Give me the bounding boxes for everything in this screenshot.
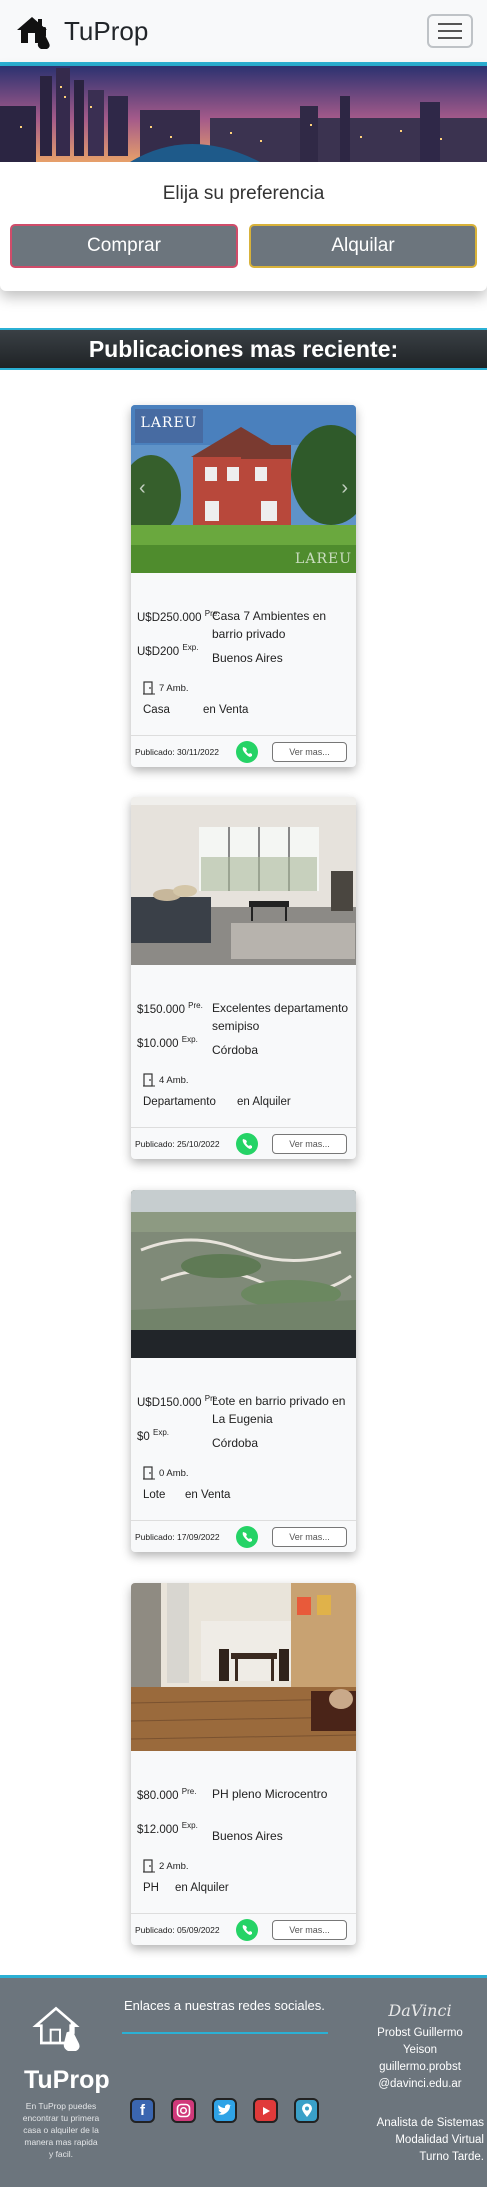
see-more-button[interactable]: Ver mas...: [272, 1527, 347, 1547]
listing-location: Córdoba: [212, 1436, 259, 1450]
author-email[interactable]: guillermo.probst @davinci.edu.ar: [360, 2059, 480, 2093]
brand-link[interactable]: TuProp: [14, 13, 148, 49]
whatsapp-icon[interactable]: [235, 740, 259, 764]
instagram-icon[interactable]: [171, 2098, 196, 2123]
listing-card: U$D150.000 Pre. $0 Exp. Lote en barrio p…: [131, 1190, 356, 1552]
social-links: f: [130, 2098, 319, 2123]
published-date: Publicado: 05/09/2022: [135, 1924, 220, 1935]
listing-card: LAREU LAREU ‹ › U$D250.000 Pre. U$D200 E…: [131, 405, 356, 767]
expenses-price: $0 Exp.: [137, 1428, 170, 1443]
listing-location: Buenos Aires: [212, 1829, 283, 1843]
course-info: Analista de Sistemas Modalidad Virtual T…: [376, 2117, 484, 2163]
house-hand-icon: [32, 2006, 80, 2051]
buy-button[interactable]: Comprar: [10, 224, 238, 268]
site-footer: TuProp En TuProp puedes encontrar tu pri…: [0, 1975, 487, 2187]
published-date: Publicado: 17/09/2022: [135, 1531, 220, 1542]
published-date: Publicado: 30/11/2022: [135, 746, 219, 757]
rooms-count: 7 Amb.: [143, 681, 189, 695]
social-links-heading: Enlaces a nuestras redes sociales.: [124, 1998, 325, 2013]
menu-toggle-button[interactable]: [427, 14, 473, 48]
property-type: Casa: [143, 704, 170, 716]
brand-name: TuProp: [64, 15, 149, 46]
navbar: TuProp: [0, 0, 487, 66]
listing-photo-apartment[interactable]: [131, 797, 356, 965]
location-icon[interactable]: [294, 2098, 319, 2123]
listing-title: Excelentes departamento semipiso: [212, 1001, 349, 1033]
whatsapp-icon[interactable]: [235, 1525, 259, 1549]
listing-location: Córdoba: [212, 1043, 259, 1057]
listing-photo-ph[interactable]: [131, 1583, 356, 1751]
watermark-logo-bottom: LAREU: [295, 551, 352, 567]
operation-type: en Venta: [185, 1489, 231, 1501]
sale-price: $80.000 Pre.: [137, 1787, 197, 1802]
listing-title: Casa 7 Ambientes en barrio privado: [212, 609, 327, 641]
published-date: Publicado: 25/10/2022: [135, 1138, 220, 1149]
carousel-next-icon[interactable]: ›: [341, 477, 348, 500]
house-hand-icon: [17, 17, 50, 49]
door-icon: [143, 681, 155, 695]
rooms-count: 4 Amb.: [143, 1073, 189, 1087]
divider: [122, 2032, 328, 2034]
carousel-prev-icon[interactable]: ‹: [139, 477, 146, 500]
sale-price: U$D250.000 Pre.: [137, 609, 220, 624]
davinci-logo: DaVinci: [388, 2001, 452, 2020]
listing-card: $80.000 Pre. $12.000 Exp. PH pleno Micro…: [131, 1583, 356, 1945]
rooms-count: 0 Amb.: [143, 1466, 189, 1480]
see-more-button[interactable]: Ver mas...: [272, 1134, 347, 1154]
listing-title: PH pleno Microcentro: [212, 1787, 328, 1801]
operation-type: en Alquiler: [175, 1882, 229, 1894]
footer-description: En TuProp puedes encontrar tu primera ca…: [22, 2101, 100, 2159]
rooms-count: 2 Amb.: [143, 1859, 189, 1873]
see-more-button[interactable]: Ver mas...: [272, 1920, 347, 1940]
whatsapp-icon[interactable]: [235, 1918, 259, 1942]
recent-listings-heading: Publicaciones mas reciente:: [0, 328, 487, 370]
hamburger-icon: [438, 23, 462, 25]
door-icon: [143, 1073, 155, 1087]
expenses-price: $12.000 Exp.: [137, 1821, 198, 1836]
property-type: PH: [143, 1882, 159, 1894]
sale-price: $150.000 Pre.: [137, 1001, 203, 1016]
preference-prompt: Elija su preferencia: [162, 183, 325, 204]
watermark-logo: LAREU: [135, 409, 203, 443]
footer-brand: TuProp: [24, 2066, 110, 2094]
door-icon: [143, 1859, 155, 1873]
see-more-button[interactable]: Ver mas...: [272, 742, 347, 762]
listing-photo-lot[interactable]: [131, 1190, 356, 1358]
listing-photo-house[interactable]: LAREU LAREU ‹ ›: [131, 405, 356, 573]
facebook-icon[interactable]: f: [130, 2098, 155, 2123]
rent-button[interactable]: Alquilar: [249, 224, 477, 268]
sale-price: U$D150.000 Pre.: [137, 1394, 220, 1409]
author-name: Probst Guillermo Yeison: [377, 2027, 463, 2056]
property-type: Departamento: [143, 1096, 216, 1108]
expenses-price: U$D200 Exp.: [137, 643, 199, 658]
operation-type: en Venta: [203, 704, 249, 716]
listing-title: Lote en barrio privado en La Eugenia: [212, 1394, 346, 1426]
twitter-icon[interactable]: [212, 2098, 237, 2123]
operation-type: en Alquiler: [237, 1096, 291, 1108]
expenses-price: $10.000 Exp.: [137, 1035, 198, 1050]
listing-location: Buenos Aires: [212, 651, 283, 665]
door-icon: [143, 1466, 155, 1480]
city-banner-image: [0, 66, 487, 162]
hero-card: Elija su preferencia Comprar Alquilar: [0, 66, 487, 291]
whatsapp-icon[interactable]: [235, 1132, 259, 1156]
youtube-icon[interactable]: [253, 2098, 278, 2123]
property-type: Lote: [143, 1489, 166, 1501]
listing-card: $150.000 Pre. $10.000 Exp. Excelentes de…: [131, 797, 356, 1159]
